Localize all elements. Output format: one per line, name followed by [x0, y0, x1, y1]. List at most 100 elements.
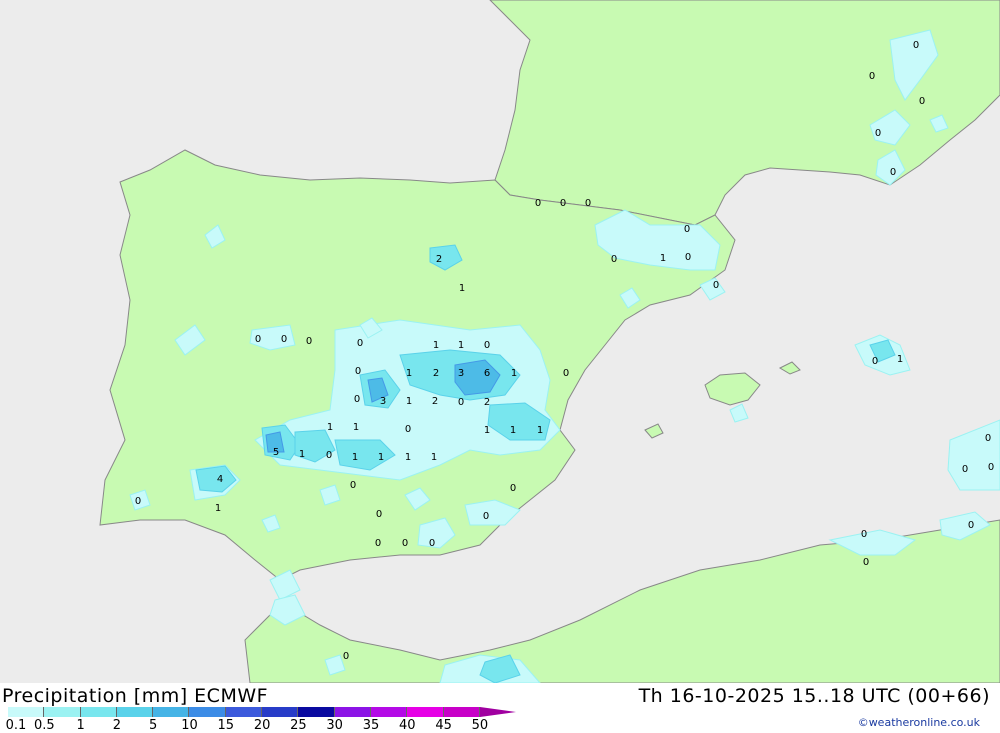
legend-tick-label: 50 [471, 718, 489, 733]
value-label: 0 [684, 224, 690, 235]
value-label: 2 [484, 397, 490, 408]
legend-swatch [370, 707, 408, 717]
value-label: 1 [406, 396, 412, 407]
value-label: 1 [433, 340, 439, 351]
value-label: 2 [432, 396, 438, 407]
value-label: 1 [405, 452, 411, 463]
legend-swatch [153, 707, 190, 717]
value-label: 0 [135, 496, 141, 507]
value-label: 0 [357, 338, 363, 349]
legend-swatch [262, 707, 299, 717]
value-label: 0 [255, 334, 261, 345]
value-label: 0 [343, 651, 349, 662]
value-label: 0 [483, 511, 489, 522]
legend-swatch [225, 707, 263, 717]
value-label: 0 [306, 336, 312, 347]
value-label: 0 [458, 397, 464, 408]
value-label: 0 [988, 462, 994, 473]
value-label: 0 [863, 557, 869, 568]
legend-arrow [479, 707, 516, 717]
value-label: 0 [350, 480, 356, 491]
value-label: 1 [406, 368, 412, 379]
value-label: 1 [431, 452, 437, 463]
legend-swatch [44, 707, 81, 717]
value-label: 0 [405, 424, 411, 435]
color-legend [8, 707, 516, 717]
value-label: 0 [713, 280, 719, 291]
value-label: 0 [968, 520, 974, 531]
value-label: 0 [535, 198, 541, 209]
value-label: 0 [376, 509, 382, 520]
value-label: 1 [510, 425, 516, 436]
value-label: 0 [890, 167, 896, 178]
legend-tick-label: 35 [362, 718, 380, 733]
map-title: Precipitation [mm] ECMWF [2, 685, 269, 707]
legend-swatch [334, 707, 371, 717]
forecast-time: Th 16-10-2025 15..18 UTC (00+66) [638, 685, 990, 707]
value-label: 0 [402, 538, 408, 549]
value-label: 1 [459, 283, 465, 294]
value-label: 0 [985, 433, 991, 444]
value-label: 0 [919, 96, 925, 107]
legend-tick-label: 10 [181, 718, 198, 733]
value-label: 0 [563, 368, 569, 379]
value-label: 1 [378, 452, 384, 463]
footer: Precipitation [mm] ECMWF Th 16-10-2025 1… [0, 683, 1000, 733]
legend-swatch [298, 707, 335, 717]
value-label: 1 [215, 503, 221, 514]
legend-swatch [80, 707, 117, 717]
value-label: 0 [913, 40, 919, 51]
value-label: 1 [299, 449, 305, 460]
value-label: 6 [484, 368, 490, 379]
value-label: 0 [354, 394, 360, 405]
value-label: 3 [458, 368, 464, 379]
value-label: 0 [962, 464, 968, 475]
value-label: 1 [353, 422, 359, 433]
value-label: 0 [375, 538, 381, 549]
credit-link[interactable]: ©weatheronline.co.uk [858, 716, 980, 729]
value-label: 0 [611, 254, 617, 265]
value-label: 3 [380, 396, 386, 407]
legend-tick-label: 25 [290, 718, 307, 733]
value-label: 0 [585, 198, 591, 209]
value-label: 1 [897, 354, 903, 365]
value-label: 1 [458, 340, 464, 351]
value-label: 4 [217, 474, 223, 485]
value-label: 0 [869, 71, 875, 82]
value-label: 1 [352, 452, 358, 463]
value-label: 0 [510, 483, 516, 494]
value-label: 0 [355, 366, 361, 377]
legend-swatch [189, 707, 226, 717]
value-label: 1 [537, 425, 543, 436]
precipitation-map: 0 0 0 0 0 0 0 0 0 1 0 0 2 1 0 0 0 0 1 1 … [0, 0, 1000, 683]
value-label: 1 [511, 368, 517, 379]
value-label: 2 [433, 368, 439, 379]
legend-swatch [443, 707, 480, 717]
value-label: 0 [429, 538, 435, 549]
legend-swatch [116, 707, 154, 717]
legend-tick-label: 20 [253, 718, 271, 733]
value-label: 0 [861, 529, 867, 540]
legend-tick-label: 30 [326, 718, 343, 733]
value-label: 1 [484, 425, 490, 436]
value-label: 2 [436, 254, 442, 265]
legend-tick-label: 15 [217, 718, 235, 733]
legend-swatch [407, 707, 444, 717]
legend-tick-label: 0.5 [33, 718, 55, 733]
legend-tick-label: 40 [399, 718, 416, 733]
value-label: 0 [484, 340, 490, 351]
value-label: 1 [660, 253, 666, 264]
legend-tick-label: 45 [435, 718, 452, 733]
value-label: 0 [685, 252, 691, 263]
value-label: 0 [875, 128, 881, 139]
value-label: 1 [327, 422, 333, 433]
legend-labels: 0.1 0.5 1 2 5 10 15 20 25 30 35 40 45 50 [0, 718, 520, 733]
legend-tick-label: 1 [76, 718, 85, 733]
legend-tick-label: 2 [112, 718, 122, 733]
value-label: 0 [560, 198, 566, 209]
legend-tick-label: 0.1 [5, 718, 27, 733]
value-label: 5 [273, 447, 279, 458]
value-label: 0 [326, 450, 332, 461]
legend-tick-label: 5 [149, 718, 158, 733]
value-label: 0 [281, 334, 287, 345]
